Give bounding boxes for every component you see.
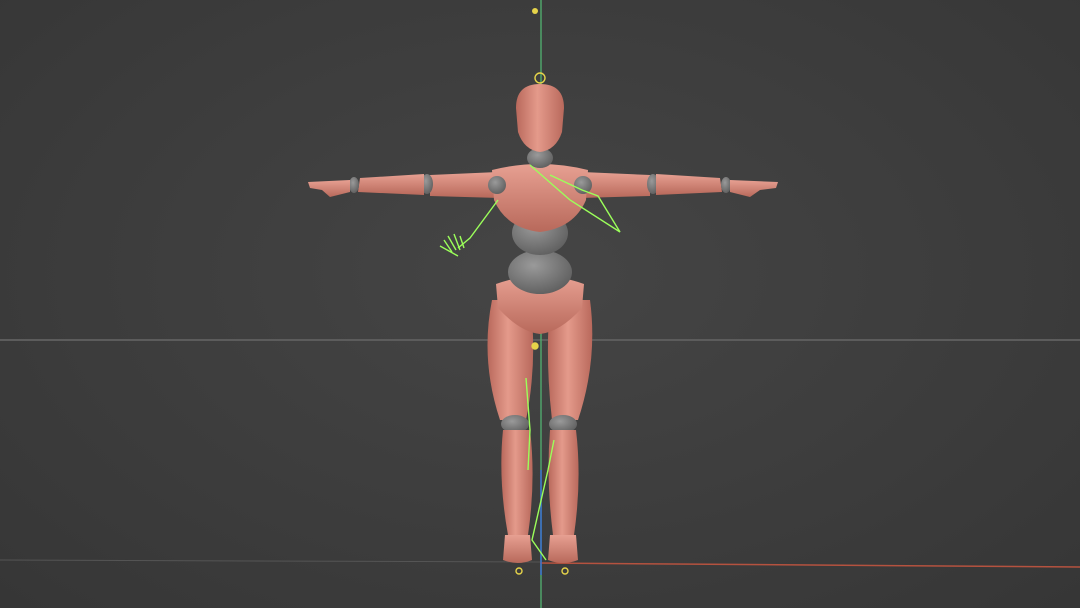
left-leg[interactable] xyxy=(487,300,534,563)
right-hand[interactable] xyxy=(730,180,778,197)
left-shin[interactable] xyxy=(501,430,533,535)
right-arm[interactable] xyxy=(580,172,778,198)
world-axes xyxy=(532,0,1080,608)
waist-joint[interactable] xyxy=(508,250,572,294)
left-foot-ik-handle[interactable] xyxy=(515,567,523,575)
head[interactable] xyxy=(516,84,564,152)
pelvis-ik-handle[interactable] xyxy=(531,342,539,350)
left-arm-ik-bone[interactable] xyxy=(457,199,499,249)
right-wrist-joint[interactable] xyxy=(721,177,731,193)
right-leg[interactable] xyxy=(547,300,593,563)
axis-end-handle[interactable] xyxy=(532,8,538,14)
left-hand-bones[interactable] xyxy=(439,233,465,257)
left-foot[interactable] xyxy=(503,535,532,563)
grid-line xyxy=(0,559,541,563)
left-forearm[interactable] xyxy=(358,174,424,195)
right-foot[interactable] xyxy=(548,535,578,563)
left-arm[interactable] xyxy=(308,172,500,198)
left-wrist-joint[interactable] xyxy=(349,177,359,193)
head-ik-handle[interactable] xyxy=(534,72,546,84)
3d-viewport[interactable] xyxy=(0,0,1080,608)
right-forearm[interactable] xyxy=(656,174,722,195)
x-axis xyxy=(539,562,1080,568)
right-shoulder-joint[interactable] xyxy=(574,176,592,194)
left-shoulder-joint[interactable] xyxy=(488,176,506,194)
left-hand[interactable] xyxy=(308,180,350,197)
viewport-canvas[interactable] xyxy=(0,0,1080,608)
ground-grid xyxy=(0,339,1080,563)
right-foot-ik-handle[interactable] xyxy=(561,567,569,575)
